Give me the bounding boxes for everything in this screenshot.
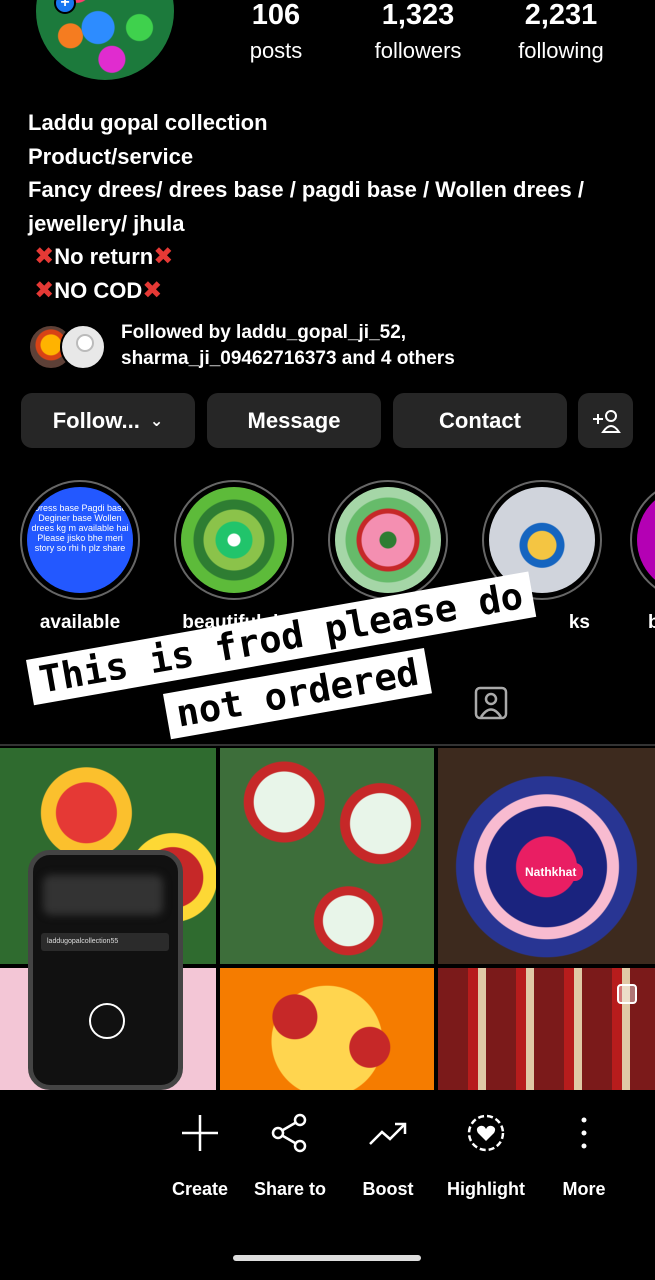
more-vertical-icon (581, 1117, 587, 1149)
plus-icon (182, 1115, 218, 1151)
chevron-down-icon: ⌄ (149, 412, 164, 430)
highlight-available[interactable]: Dress base Pagdi base Deginer base Wolle… (20, 480, 140, 634)
post-thumbnail[interactable] (438, 968, 655, 1090)
loading-ring-icon (89, 1003, 125, 1039)
bio-line: jewellery/ jhula (28, 210, 185, 236)
phone-screenshot: laddugopalcollection55 (28, 850, 183, 1090)
bio-line-no-cod: ✖NO COD✖ (34, 276, 163, 304)
highlight-button[interactable]: Highlight (431, 1112, 541, 1200)
highlight-cover: Dress base Pagdi base Deginer base Wolle… (27, 487, 133, 593)
profile-avatar[interactable] (36, 0, 174, 80)
suggest-users-button[interactable] (578, 393, 633, 448)
profile-category: Product/service (28, 143, 194, 169)
highlight-cover (181, 487, 287, 593)
highlight-cover (637, 487, 655, 593)
bio-line: Fancy drees/ drees base / pagdi base / W… (28, 177, 584, 202)
cross-mark-icon: ✖ (34, 276, 55, 304)
cross-mark-icon: ✖ (153, 243, 174, 270)
profile-bio: Laddu gopal collection Product/service F… (28, 106, 638, 307)
stat-followers[interactable]: 1,323 followers (366, 0, 470, 65)
highlight-beautiful[interactable]: beautiful dr (174, 480, 294, 634)
heart-circle-icon (467, 1114, 505, 1152)
post-thumbnail[interactable] (220, 968, 434, 1090)
highlight-5[interactable]: b (630, 480, 655, 634)
followers-count: 1,323 (381, 0, 455, 31)
post-thumbnail[interactable]: Nathkhat (438, 748, 655, 964)
profile-name: Laddu gopal collection (28, 110, 268, 135)
trend-up-icon (369, 1122, 407, 1145)
highlight-label: b (648, 612, 655, 633)
contact-button[interactable]: Contact (393, 393, 567, 448)
phone-username: laddugopalcollection55 (41, 933, 169, 951)
share-icon (271, 1113, 307, 1153)
share-to-button[interactable]: Share to (235, 1112, 345, 1200)
posts-label: posts (249, 38, 303, 63)
stat-posts[interactable]: 106 posts (246, 0, 306, 65)
more-button[interactable]: More (529, 1112, 639, 1200)
follow-button[interactable]: Follow... ⌄ (21, 393, 195, 448)
following-count: 2,231 (524, 0, 598, 31)
add-person-icon (592, 409, 621, 433)
post-thumbnail[interactable] (220, 748, 434, 964)
tagged-tab-icon[interactable] (472, 684, 510, 722)
stat-following[interactable]: 2,231 following (508, 0, 614, 65)
cross-mark-icon: ✖ (34, 243, 55, 270)
boost-button[interactable]: Boost (333, 1112, 443, 1200)
post-tag: Nathkhat (518, 863, 584, 881)
posts-count: 106 (251, 0, 301, 31)
message-button[interactable]: Message (207, 393, 381, 448)
followers-label: followers (374, 38, 462, 63)
followed-by-text: Followed by laddu_gopal_ji_52, sharma_ji… (121, 322, 455, 369)
highlight-cover (335, 487, 441, 593)
follower-avatar (60, 324, 106, 370)
bio-line-no-return: ✖No return✖ (34, 243, 174, 270)
following-label: following (518, 38, 604, 63)
highlight-label: available (39, 612, 121, 633)
followed-by[interactable]: Followed by laddu_gopal_ji_52, sharma_ji… (28, 320, 638, 372)
home-indicator[interactable] (233, 1255, 421, 1261)
carousel-icon (617, 984, 637, 1004)
tab-divider (0, 744, 655, 746)
cross-mark-icon: ✖ (142, 276, 163, 304)
